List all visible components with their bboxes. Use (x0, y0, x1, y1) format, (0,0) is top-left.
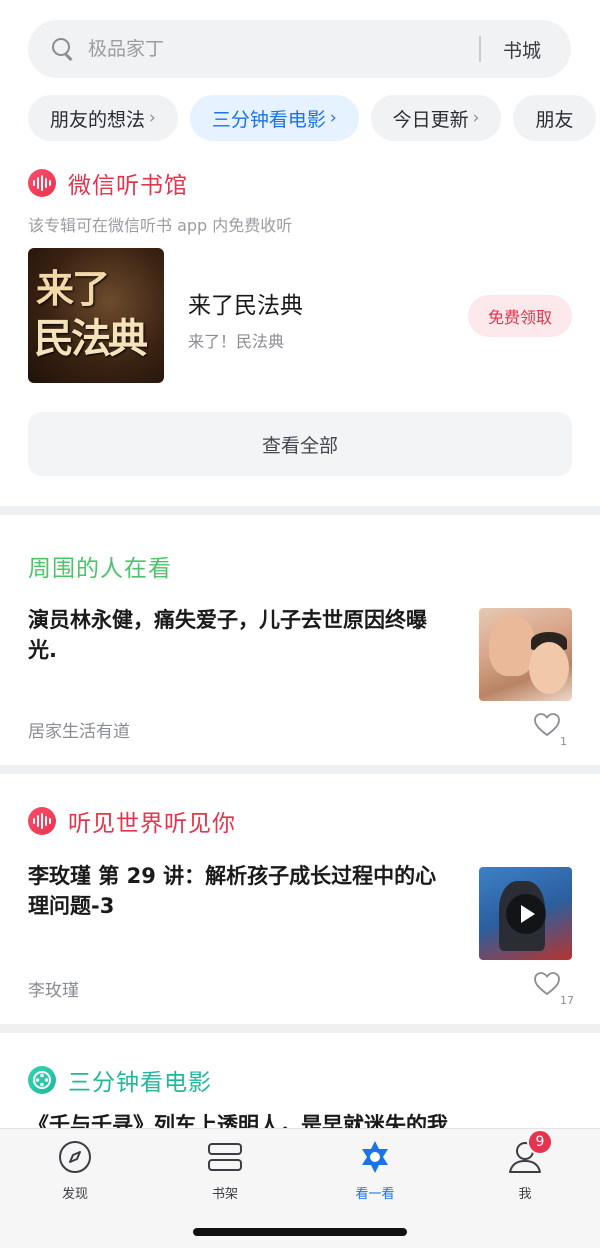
cover-text-line2: 民法典 (34, 315, 148, 362)
album-subtitle: 来了！民法典 (188, 332, 285, 351)
compass-icon (57, 1139, 93, 1175)
chevron-right-icon: › (329, 108, 337, 128)
tab-label: 发现 (61, 1187, 88, 1202)
nearby-feed-card[interactable]: 周围的人在看 演员林永健，痛失爱子，儿子去世原因终曝光. 居家生活有道 1 (28, 515, 572, 765)
chip-three-minute-movies[interactable]: 三分钟看电影 › (189, 95, 359, 141)
play-icon[interactable] (506, 894, 546, 934)
thumb-figure (529, 642, 569, 694)
notification-badge: 9 (527, 1129, 553, 1155)
search-bar[interactable]: 书城 (28, 20, 571, 78)
section-subtitle: 该专辑可在微信听书 app 内免费收听 (28, 216, 293, 235)
view-all-button[interactable]: 查看全部 (28, 412, 572, 476)
article-headline[interactable]: 演员林永健，痛失爱子，儿子去世原因终曝光. (28, 605, 448, 665)
tab-me[interactable]: 9 我 (475, 1129, 575, 1209)
chip-label: 三分钟看电影 (211, 108, 326, 131)
like-button[interactable]: 1 (532, 707, 572, 748)
article-source: 李玫瑾 (28, 981, 79, 1001)
heart-icon (534, 713, 560, 737)
bookshelf-icon (207, 1139, 243, 1175)
star-hexagon-icon (357, 1139, 393, 1175)
section-title[interactable]: 三分钟看电影 (68, 1063, 212, 1097)
chip-friends[interactable]: 朋友 (513, 95, 596, 141)
divider (0, 1024, 600, 1033)
film-reel-icon (28, 1066, 56, 1094)
chip-label: 朋友 (535, 108, 574, 131)
wechat-listen-card: 微信听书馆 该专辑可在微信听书 app 内免费收听 来了 民法典 来了民法典 来… (28, 166, 572, 476)
home-indicator (193, 1228, 407, 1236)
article-thumbnail[interactable] (479, 608, 572, 701)
article-source: 居家生活有道 (28, 722, 130, 742)
section-header: 微信听书馆 (28, 166, 572, 200)
section-title[interactable]: 听见世界听见你 (68, 804, 236, 838)
divider (0, 765, 600, 774)
search-input[interactable] (88, 38, 480, 60)
person-icon: 9 (507, 1129, 553, 1175)
chevron-right-icon: › (472, 108, 480, 128)
section-title[interactable]: 周围的人在看 (28, 549, 172, 583)
section-title[interactable]: 微信听书馆 (68, 166, 188, 200)
tab-label: 我 (518, 1187, 532, 1202)
chip-label: 今日更新 (392, 108, 469, 131)
tab-label: 看一看 (355, 1187, 395, 1202)
bookstore-link[interactable]: 书城 (481, 36, 571, 63)
divider (0, 506, 600, 515)
topic-chips: 朋友的想法 › 三分钟看电影 › 今日更新 › 朋友 (28, 95, 600, 143)
album-row[interactable]: 来了 民法典 来了民法典 来了！民法典 免费领取 (28, 248, 572, 383)
listen-world-feed-card[interactable]: 听见世界听见你 李玫瑾 第 29 讲：解析孩子成长过程中的心理问题-3 李玫瑾 … (28, 774, 574, 1024)
album-cover[interactable]: 来了 民法典 (28, 248, 164, 383)
article-headline[interactable]: 李玫瑾 第 29 讲：解析孩子成长过程中的心理问题-3 (28, 861, 448, 921)
section-header: 三分钟看电影 (28, 1063, 212, 1097)
free-claim-button[interactable]: 免费领取 (468, 295, 572, 337)
tab-bookshelf[interactable]: 书架 (175, 1139, 275, 1209)
like-button[interactable]: 17 (532, 966, 574, 1007)
like-count: 1 (560, 735, 567, 748)
movie-feed-card[interactable]: 三分钟看电影 《千与千寻》列车上透明人，是早就迷失的我 (28, 1033, 572, 1128)
section-header: 听见世界听见你 (28, 804, 236, 838)
like-count: 17 (560, 994, 574, 1007)
search-icon (52, 38, 74, 60)
article-headline[interactable]: 《千与千寻》列车上透明人，是早就迷失的我 (28, 1110, 572, 1128)
tab-label: 书架 (211, 1187, 238, 1202)
album-title: 来了民法典 (188, 293, 303, 319)
chip-label: 朋友的想法 (50, 108, 146, 131)
audio-wave-icon (28, 807, 56, 835)
heart-icon (534, 972, 560, 996)
chip-friends-thoughts[interactable]: 朋友的想法 › (28, 95, 178, 141)
tab-discover[interactable]: 发现 (25, 1139, 125, 1209)
chevron-right-icon: › (149, 108, 156, 128)
cover-text-line1: 来了 (36, 266, 110, 311)
video-thumbnail[interactable] (479, 867, 572, 960)
chip-today-updates[interactable]: 今日更新 › (370, 95, 502, 141)
tab-look[interactable]: 看一看 (325, 1139, 425, 1209)
audio-wave-icon (28, 169, 56, 197)
